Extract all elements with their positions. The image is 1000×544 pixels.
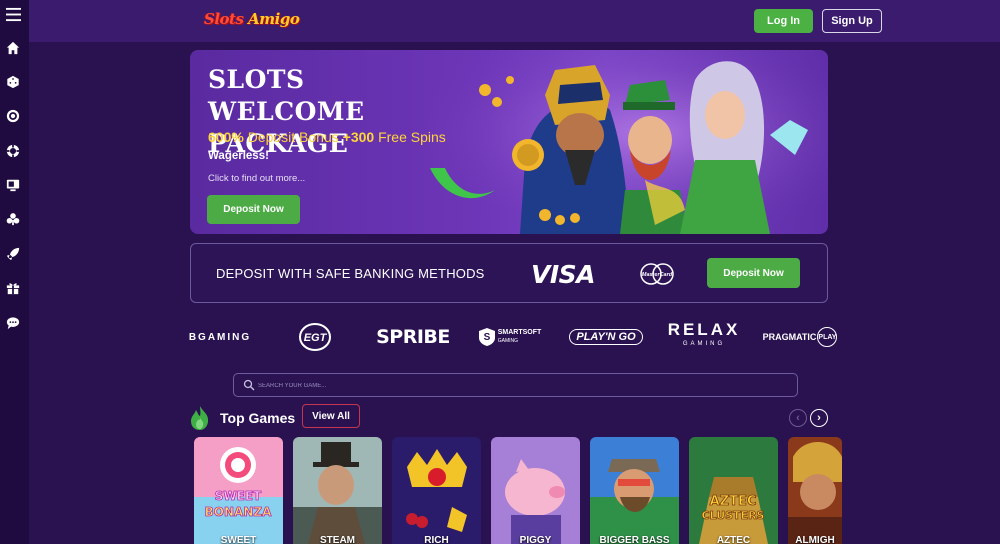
free-spins-count: +300 (342, 129, 375, 145)
pragmatic-text: PRAGMATIC (762, 332, 817, 342)
game-name: STEAM (320, 535, 355, 544)
smartsoft-shield-icon: S (478, 328, 495, 346)
relax-text: RELAX (667, 320, 741, 339)
relax-subtext: GAMING (682, 341, 726, 347)
signup-button[interactable]: Sign Up (822, 9, 882, 33)
game-tile-almighty[interactable]: ALMIGH (788, 437, 842, 544)
game-art-piggy (491, 437, 580, 544)
bonus-label: Deposit Bonus (243, 129, 343, 145)
home-icon[interactable] (4, 39, 22, 57)
game-art-rich (392, 437, 481, 544)
provider-egt[interactable]: EGT (298, 322, 332, 352)
provider-relax[interactable]: RELAX GAMING (667, 320, 741, 352)
svg-text:CLUSTERS: CLUSTERS (702, 509, 765, 522)
provider-spribe[interactable]: SPRIBE (376, 322, 450, 352)
banner-characters-art (425, 50, 828, 234)
smartsoft-subtext: GAMING (497, 338, 518, 344)
game-name: AZTEC (716, 535, 751, 544)
provider-playngo[interactable]: PLAY'N GO (569, 322, 643, 352)
mastercard-text: MasterCard (642, 272, 673, 278)
login-button[interactable]: Log In (754, 9, 813, 33)
banner-bonus-text: 600% Deposit Bonus +300 Free Spins (208, 129, 446, 145)
svg-text:S: S (483, 332, 490, 343)
game-name: SWEET (220, 535, 257, 544)
visa-logo: VISA (531, 260, 596, 289)
game-name: ALMIGH (795, 535, 835, 544)
cards-icon[interactable] (4, 210, 22, 228)
bonus-percent: 600% (208, 129, 244, 145)
carousel-next-arrow-icon[interactable]: › (810, 409, 828, 427)
game-art-sweet: SWEET BONANZA (194, 437, 283, 544)
svg-text:AZTEC: AZTEC (710, 494, 757, 509)
wagerless-text: Wagerless! (208, 150, 269, 162)
game-tile-rich[interactable]: RICH (392, 437, 481, 544)
site-logo[interactable]: Slots Amigo (204, 10, 300, 28)
game-art-aztec: AZTEC CLUSTERS (689, 437, 778, 544)
view-all-button[interactable]: View All (302, 404, 360, 428)
game-tile-piggy[interactable]: PIGGY (491, 437, 580, 544)
game-tile-steam[interactable]: STEAM (293, 437, 382, 544)
panel-deposit-button[interactable]: Deposit Now (707, 258, 800, 288)
game-search-bar (233, 373, 798, 397)
game-art-bigger-bass (590, 437, 679, 544)
provider-bgaming[interactable]: BGAMING (188, 322, 252, 352)
rocket-icon[interactable] (4, 245, 22, 263)
sidebar (0, 0, 29, 544)
logo-part-amigo: Amigo (248, 10, 300, 28)
banner-deposit-button[interactable]: Deposit Now (207, 195, 300, 224)
roulette-icon[interactable] (4, 107, 22, 125)
game-tile-sweet[interactable]: SWEET BONANZA SWEET (194, 437, 283, 544)
menu-icon[interactable] (4, 5, 22, 23)
find-out-more-text[interactable]: Click to find out more... (208, 173, 305, 184)
svg-text:SWEET: SWEET (215, 489, 262, 503)
egt-text: EGT (304, 332, 328, 344)
provider-pragmatic[interactable]: PRAGMATIC PLAY (762, 322, 838, 352)
smartsoft-text: SMARTSOFT (497, 329, 542, 336)
top-header: Slots Amigo Log In Sign Up (29, 0, 1000, 42)
deposit-banking-panel: DEPOSIT WITH SAFE BANKING METHODS VISA M… (190, 243, 828, 303)
game-name: RICH (424, 535, 449, 544)
game-art-almighty (788, 437, 842, 544)
provider-smartsoft[interactable]: S SMARTSOFT GAMING (478, 322, 542, 352)
live-casino-icon[interactable] (4, 176, 22, 194)
deposit-panel-text: DEPOSIT WITH SAFE BANKING METHODS (216, 266, 485, 281)
top-games-title: Top Games (220, 410, 296, 426)
game-tile-bigger-bass[interactable]: BIGGER BASS (590, 437, 679, 544)
playngo-text: PLAY'N GO (569, 329, 643, 345)
search-input[interactable] (258, 378, 778, 393)
pragmatic-play-badge: PLAY (817, 327, 838, 347)
search-icon (243, 379, 255, 391)
chat-icon[interactable] (4, 314, 22, 332)
dice-icon[interactable] (4, 73, 22, 91)
mastercard-logo: MasterCard (640, 263, 674, 285)
game-tile-aztec[interactable]: AZTEC CLUSTERS AZTEC (689, 437, 778, 544)
game-name: BIGGER BASS (599, 535, 670, 544)
fire-icon (191, 406, 209, 430)
poker-chip-icon[interactable] (4, 142, 22, 160)
carousel-prev-arrow-icon[interactable]: ‹ (789, 409, 807, 427)
welcome-banner[interactable]: SLOTS WELCOME PACKAGE 600% Deposit Bonus… (190, 50, 828, 234)
svg-text:BONANZA: BONANZA (205, 505, 272, 519)
banner-title: SLOTS WELCOME PACKAGE (208, 65, 365, 158)
free-spins-label: Free Spins (374, 129, 446, 145)
game-art-steam (293, 437, 382, 544)
game-name: PIGGY (519, 535, 552, 544)
logo-part-slots: Slots (204, 10, 244, 28)
gift-icon[interactable] (4, 279, 22, 297)
